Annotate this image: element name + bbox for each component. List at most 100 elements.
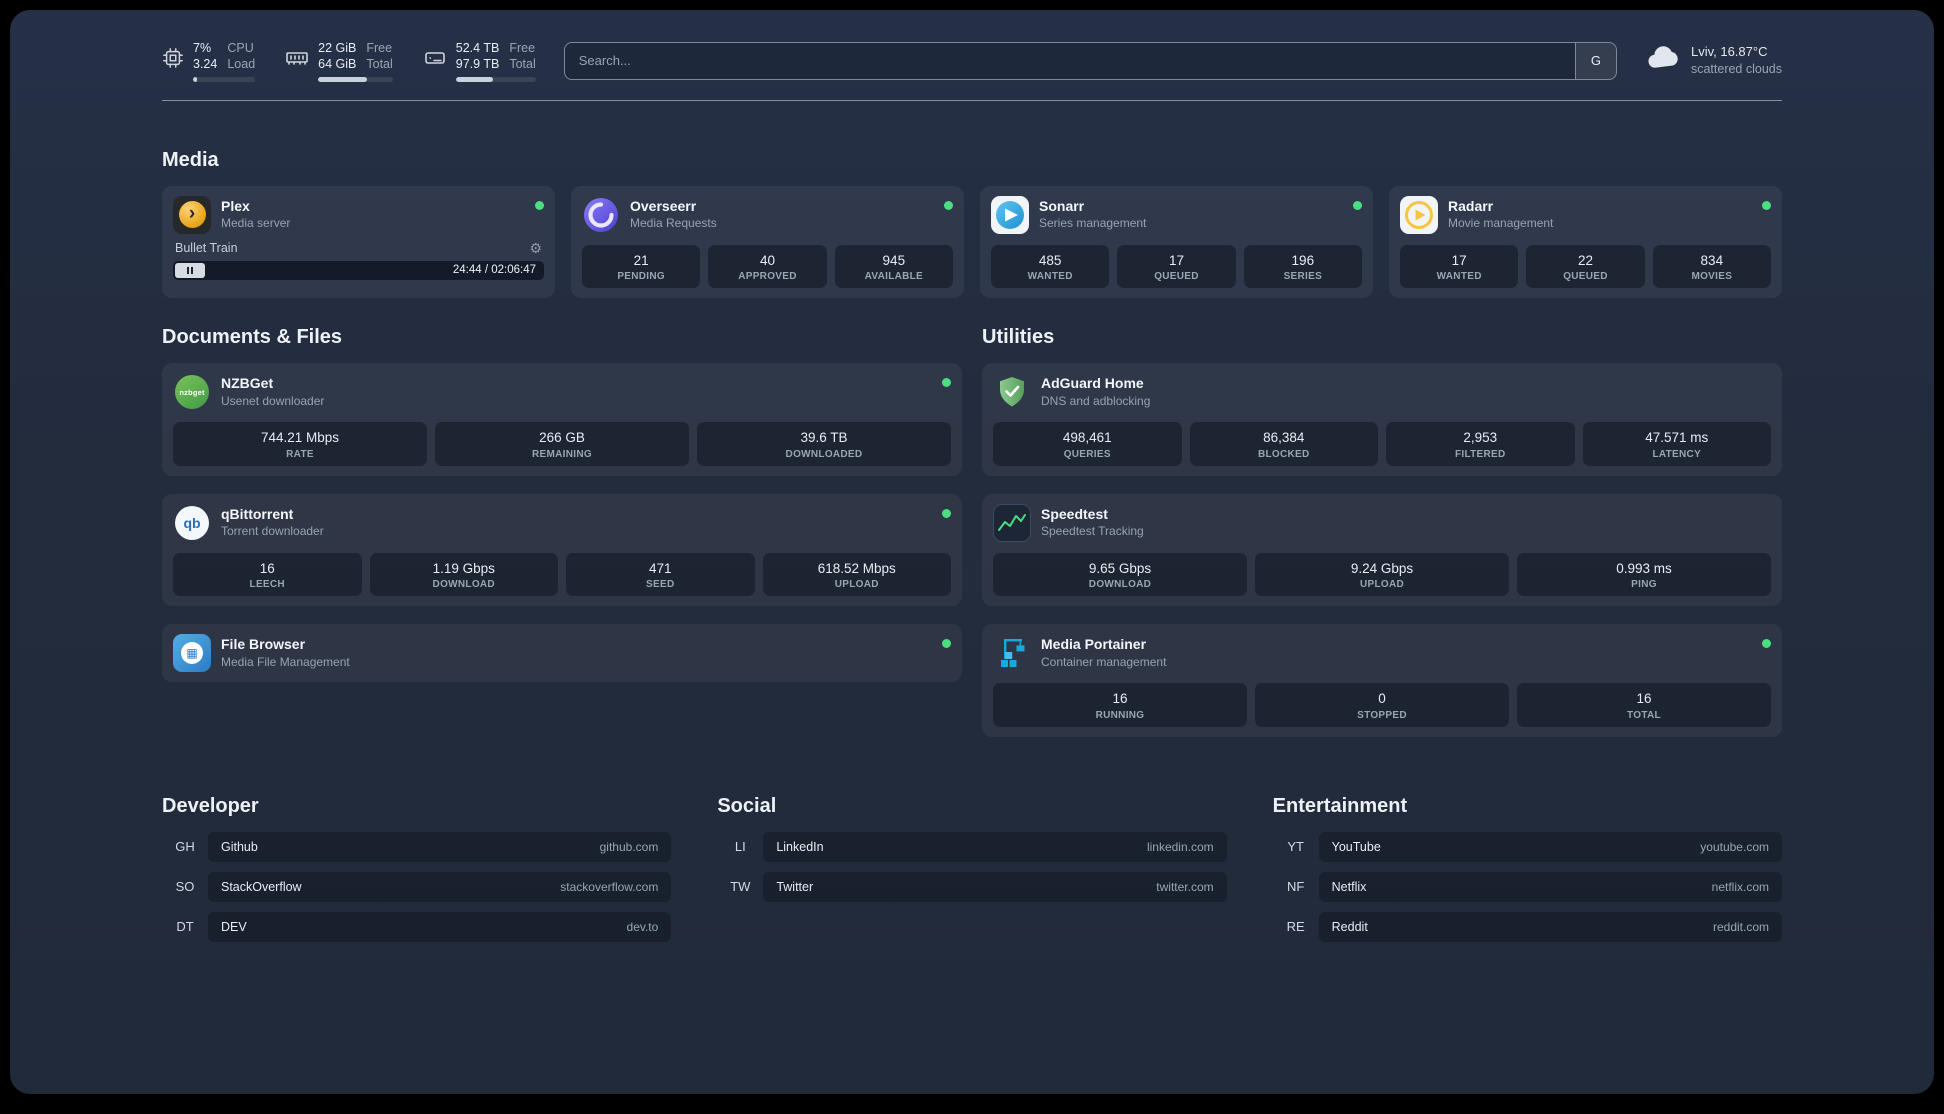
stat-value: 86,384 (1263, 430, 1305, 446)
stat-tile: 196 SERIES (1243, 244, 1362, 289)
bookmark-item-reddit[interactable]: RE Reddit reddit.com (1273, 911, 1782, 942)
bookmark-name: DEV (221, 919, 247, 934)
stat-tile: 266 GB REMAINING (435, 422, 689, 466)
stat-value: 47.571 ms (1645, 430, 1709, 446)
stat-value: 485 (1038, 252, 1062, 268)
bookmark-name: LinkedIn (776, 839, 824, 854)
stat-tile: 39.6 TB DOWNLOADED (697, 422, 951, 466)
service-card-filebrowser[interactable]: ▦ File Browser Media File Management (162, 624, 962, 683)
service-subtitle: Movie management (1448, 216, 1554, 231)
bookmark-item-stackoverflow[interactable]: SO StackOverflow stackoverflow.com (162, 871, 672, 902)
pause-button[interactable] (175, 262, 205, 278)
stat-tile: 2,953 FILTERED (1386, 422, 1575, 466)
stat-tile: 16 RUNNING (993, 683, 1247, 727)
stat-label: DOWNLOADED (785, 448, 863, 460)
service-name: qBittorrent (221, 505, 294, 522)
stat-value: 1.19 Gbps (432, 560, 495, 576)
portainer-icon (993, 634, 1031, 672)
bookmark-name: Twitter (776, 879, 814, 894)
stat-tile: 945 AVAILABLE (834, 244, 953, 289)
status-dot (942, 639, 951, 649)
bookmarks-section: Developer GH Github github.com SO StackO… (162, 795, 1782, 942)
service-name: Speedtest (1041, 505, 1108, 522)
stat-value: 0.993 ms (1616, 560, 1672, 576)
service-card-adguard[interactable]: AdGuard Home DNS and adblocking 498,461 … (982, 363, 1782, 476)
service-card-sonarr[interactable]: Sonarr Series management 485 WANTED 17 Q… (980, 185, 1373, 299)
bookmark-abbr: YT (1287, 839, 1304, 855)
stat-value: 21 (633, 252, 649, 268)
stat-label: UPLOAD (834, 579, 879, 591)
stat-label: QUEUED (1154, 271, 1199, 283)
disk-icon (423, 46, 447, 75)
disk-free: 52.4 TB (455, 41, 500, 55)
stat-label: RATE (286, 448, 314, 460)
stat-tile: 834 MOVIES (1652, 244, 1771, 289)
bookmark-group-developer: Developer GH Github github.com SO StackO… (162, 794, 672, 942)
stat-value: 471 (648, 560, 672, 576)
sonarr-icon (991, 195, 1029, 234)
nzbget-icon: nzbget (173, 373, 211, 411)
stat-tile: 9.65 Gbps DOWNLOAD (993, 552, 1247, 597)
section-title-documents: Documents & Files (162, 326, 343, 349)
stat-label: TOTAL (1627, 709, 1661, 721)
service-card-plex[interactable]: › Plex Media server Bullet Train ⚙ 24:44… (162, 185, 555, 299)
status-dot (942, 508, 951, 518)
speedtest-icon (993, 503, 1031, 542)
service-card-speedtest[interactable]: Speedtest Speedtest Tracking 9.65 Gbps D… (982, 493, 1782, 607)
stat-tile: 22 QUEUED (1526, 244, 1645, 289)
service-card-radarr[interactable]: Radarr Movie management 17 WANTED 22 QUE… (1389, 185, 1782, 299)
bookmark-item-dev[interactable]: DT DEV dev.to (162, 911, 672, 942)
topbar-divider (162, 99, 1782, 101)
disk-total-label: Total (509, 57, 536, 72)
service-card-qbittorrent[interactable]: qb qBittorrent Torrent downloader 16 LEE… (162, 493, 962, 607)
stat-tile: 86,384 BLOCKED (1189, 422, 1378, 466)
bookmark-item-netflix[interactable]: NF Netflix netflix.com (1273, 871, 1782, 902)
stat-tile: 21 PENDING (582, 244, 701, 289)
bookmark-item-linkedin[interactable]: LI LinkedIn linkedin.com (717, 831, 1227, 862)
service-subtitle: Media Requests (630, 216, 717, 231)
service-card-overseerr[interactable]: Overseerr Media Requests 21 PENDING 40 A… (571, 185, 964, 299)
stat-tile: 47.571 ms LATENCY (1582, 422, 1771, 466)
service-name: Media Portainer (1041, 636, 1147, 653)
weather-condition: scattered clouds (1690, 62, 1782, 77)
cpu-icon (162, 47, 184, 74)
bookmark-item-github[interactable]: GH Github github.com (162, 831, 672, 862)
service-subtitle: Container management (1041, 654, 1167, 669)
stat-value: 498,461 (1062, 430, 1112, 446)
bookmark-url: netflix.com (1711, 879, 1769, 894)
qbittorrent-icon: qb (173, 504, 211, 542)
stat-label: SEED (646, 579, 675, 591)
stat-value: 22 (1577, 252, 1593, 268)
stat-value: 618.52 Mbps (817, 560, 896, 576)
stat-tile: 0 STOPPED (1255, 683, 1509, 727)
cpu-load-label: Load (227, 57, 256, 72)
stat-label: LATENCY (1652, 448, 1702, 460)
memory-icon (285, 46, 309, 75)
bookmark-group-social: Social LI LinkedIn linkedin.com TW Twitt… (717, 795, 1227, 902)
stat-label: RUNNING (1095, 709, 1145, 721)
stat-value: 2,953 (1463, 430, 1498, 446)
section-utilities: Utilities AdGuard Home DNS and adblockin… (982, 326, 1782, 737)
bookmark-item-twitter[interactable]: TW Twitter twitter.com (717, 871, 1227, 902)
section-title-utilities: Utilities (982, 326, 1055, 349)
search-provider-button[interactable]: G (1574, 42, 1616, 79)
bookmark-abbr: LI (734, 839, 746, 855)
service-card-portainer[interactable]: Media Portainer Container management 16 … (982, 624, 1782, 737)
service-subtitle: Speedtest Tracking (1041, 524, 1144, 539)
gear-icon[interactable]: ⚙ (529, 241, 542, 255)
bookmark-group-title: Developer (162, 794, 259, 817)
search-bar: G (563, 41, 1617, 80)
section-media: Media › Plex Media server Bullet Train ⚙… (162, 149, 1782, 299)
service-card-nzbget[interactable]: nzbget NZBGet Usenet downloader 744.21 M… (162, 363, 962, 476)
search-input[interactable] (564, 42, 1575, 79)
stat-value: 945 (882, 252, 906, 268)
stat-tile: 9.24 Gbps UPLOAD (1255, 552, 1509, 597)
bookmark-item-youtube[interactable]: YT YouTube youtube.com (1273, 831, 1782, 862)
weather-location: Lviv, 16.87°C (1690, 43, 1768, 59)
stat-value: 266 GB (539, 430, 585, 446)
bookmark-abbr: DT (176, 919, 194, 935)
service-subtitle: Torrent downloader (221, 524, 324, 539)
stat-label: PING (1631, 579, 1657, 591)
player-progress-bar[interactable]: 24:44 / 02:06:47 (173, 260, 544, 280)
memory-progress-bar (318, 76, 393, 82)
